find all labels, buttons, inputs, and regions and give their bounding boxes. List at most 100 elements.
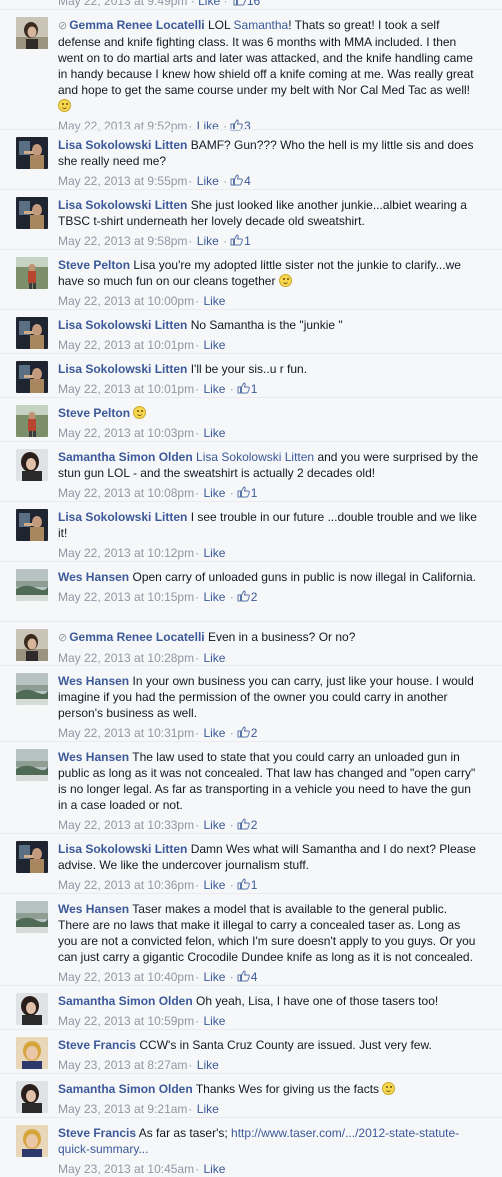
timestamp[interactable]: May 22, 2013 at 9:55pm <box>58 174 187 188</box>
timestamp[interactable]: May 22, 2013 at 10:59pm <box>58 1014 194 1028</box>
like-link[interactable]: Like <box>203 726 225 740</box>
timestamp[interactable]: May 22, 2013 at 10:28pm <box>58 651 194 665</box>
separator: · <box>195 1162 200 1176</box>
like-link[interactable]: Like <box>197 1058 219 1072</box>
like-count[interactable]: 16 <box>231 0 260 8</box>
like-count[interactable]: 2 <box>235 818 258 832</box>
like-link[interactable]: Like <box>203 294 225 308</box>
timestamp[interactable]: May 22, 2013 at 9:52pm <box>58 119 187 133</box>
avatar[interactable] <box>16 197 48 229</box>
like-count[interactable]: 1 <box>235 382 257 396</box>
avatar[interactable] <box>16 1037 48 1069</box>
timestamp[interactable]: May 22, 2013 at 10:08pm <box>58 486 194 500</box>
like-count[interactable]: 3 <box>228 119 251 133</box>
like-link[interactable]: Like <box>203 486 225 500</box>
like-link[interactable]: Like <box>197 119 219 133</box>
thumbs-up-icon <box>237 726 250 738</box>
like-count[interactable]: 2 <box>235 590 257 604</box>
like-link[interactable]: Like <box>197 234 219 248</box>
like-count-value: 2 <box>250 818 258 832</box>
timestamp[interactable]: May 22, 2013 at 9:58pm <box>58 234 187 248</box>
like-link[interactable]: Like <box>203 818 225 832</box>
like-link[interactable]: Like <box>203 1014 225 1028</box>
avatar[interactable] <box>16 901 48 933</box>
separator: · <box>229 818 234 832</box>
avatar[interactable] <box>16 841 48 873</box>
mention-link[interactable]: Lisa Sokolowski Litten <box>196 450 314 464</box>
avatar[interactable] <box>16 673 48 705</box>
timestamp[interactable]: May 22, 2013 at 10:01pm <box>58 382 194 396</box>
comment-author[interactable]: Lisa Sokolowski Litten <box>58 510 187 524</box>
like-count[interactable]: 1 <box>235 486 257 500</box>
like-link[interactable]: Like <box>203 382 225 396</box>
like-link[interactable]: Like <box>203 590 225 604</box>
avatar[interactable] <box>16 629 48 661</box>
avatar[interactable] <box>16 749 48 781</box>
timestamp[interactable]: May 22, 2013 at 10:40pm <box>58 970 194 984</box>
like-link[interactable]: Like <box>203 426 225 440</box>
avatar[interactable] <box>16 1081 48 1113</box>
like-link[interactable]: Like <box>197 174 219 188</box>
timestamp[interactable]: May 23, 2013 at 10:45am <box>58 1162 194 1176</box>
comment-author[interactable]: Lisa Sokolowski Litten <box>58 138 187 152</box>
comment-author[interactable]: Steve Francis <box>58 1038 136 1052</box>
avatar[interactable] <box>16 449 48 481</box>
comment-author[interactable]: Gemma Renee Locatelli <box>69 630 204 644</box>
comment-meta: May 22, 2013 at 10:31pm· Like · 2 <box>58 725 480 741</box>
like-link[interactable]: Like <box>197 1102 219 1116</box>
timestamp[interactable]: May 22, 2013 at 10:01pm <box>58 338 194 352</box>
comment-author[interactable]: Steve Pelton <box>58 258 130 272</box>
avatar[interactable] <box>16 137 48 169</box>
like-link[interactable]: Like <box>203 546 225 560</box>
comment-author[interactable]: Wes Hansen <box>58 570 129 584</box>
timestamp[interactable]: May 22, 2013 at 10:00pm <box>58 294 194 308</box>
comment-author[interactable]: Lisa Sokolowski Litten <box>58 198 187 212</box>
comment-author[interactable]: Lisa Sokolowski Litten <box>58 318 187 332</box>
comment-author[interactable]: Lisa Sokolowski Litten <box>58 842 187 856</box>
timestamp[interactable]: May 22, 2013 at 10:31pm <box>58 726 194 740</box>
comment-author[interactable]: Samantha Simon Olden <box>58 994 193 1008</box>
comment-author[interactable]: Wes Hansen <box>58 902 129 916</box>
like-count[interactable]: 4 <box>235 970 257 984</box>
comment-author[interactable]: Samantha Simon Olden <box>58 450 193 464</box>
comment-author[interactable]: Steve Francis <box>58 1126 136 1140</box>
comment-meta: May 22, 2013 at 10:40pm· Like · 4 <box>58 969 480 985</box>
like-link[interactable]: Like <box>203 651 225 665</box>
timestamp[interactable]: May 23, 2013 at 8:27am <box>58 1058 187 1072</box>
timestamp[interactable]: May 22, 2013 at 10:03pm <box>58 426 194 440</box>
like-link[interactable]: Like <box>198 0 220 8</box>
separator: · <box>188 234 193 248</box>
like-link[interactable]: Like <box>203 970 225 984</box>
avatar[interactable] <box>16 361 48 393</box>
comment-author[interactable]: Lisa Sokolowski Litten <box>58 362 187 376</box>
like-link[interactable]: Like <box>203 338 225 352</box>
avatar[interactable] <box>16 569 48 601</box>
comment-author[interactable]: Samantha Simon Olden <box>58 1082 193 1096</box>
comment-author[interactable]: Gemma Renee Locatelli <box>69 18 204 32</box>
avatar[interactable] <box>16 509 48 541</box>
timestamp[interactable]: May 22, 2013 at 10:33pm <box>58 818 194 832</box>
like-count[interactable]: 1 <box>235 878 257 892</box>
like-link[interactable]: Like <box>203 878 225 892</box>
timestamp[interactable]: May 22, 2013 at 10:12pm <box>58 546 194 560</box>
like-link[interactable]: Like <box>203 1162 225 1176</box>
timestamp[interactable]: May 22, 2013 at 10:15pm <box>58 590 194 604</box>
timestamp[interactable]: May 23, 2013 at 9:21am <box>58 1102 187 1116</box>
comment-author[interactable]: Steve Pelton <box>58 406 130 420</box>
avatar[interactable] <box>16 993 48 1025</box>
separator: · <box>195 590 200 604</box>
avatar[interactable] <box>16 17 48 49</box>
comment-author[interactable]: Wes Hansen <box>58 750 129 764</box>
like-count[interactable]: 4 <box>228 174 251 188</box>
like-count[interactable]: 2 <box>235 726 257 740</box>
avatar[interactable] <box>16 317 48 349</box>
mention-link[interactable]: Samantha <box>234 18 289 32</box>
avatar[interactable] <box>16 1125 48 1157</box>
avatar[interactable] <box>16 405 48 437</box>
avatar[interactable] <box>16 257 48 289</box>
timestamp[interactable]: May 22, 2013 at 9:49pm <box>58 0 187 8</box>
comment-author[interactable]: Wes Hansen <box>58 674 129 688</box>
verified-badge-icon: ⊘ <box>58 632 68 644</box>
like-count[interactable]: 1 <box>228 234 251 248</box>
timestamp[interactable]: May 22, 2013 at 10:36pm <box>58 878 194 892</box>
